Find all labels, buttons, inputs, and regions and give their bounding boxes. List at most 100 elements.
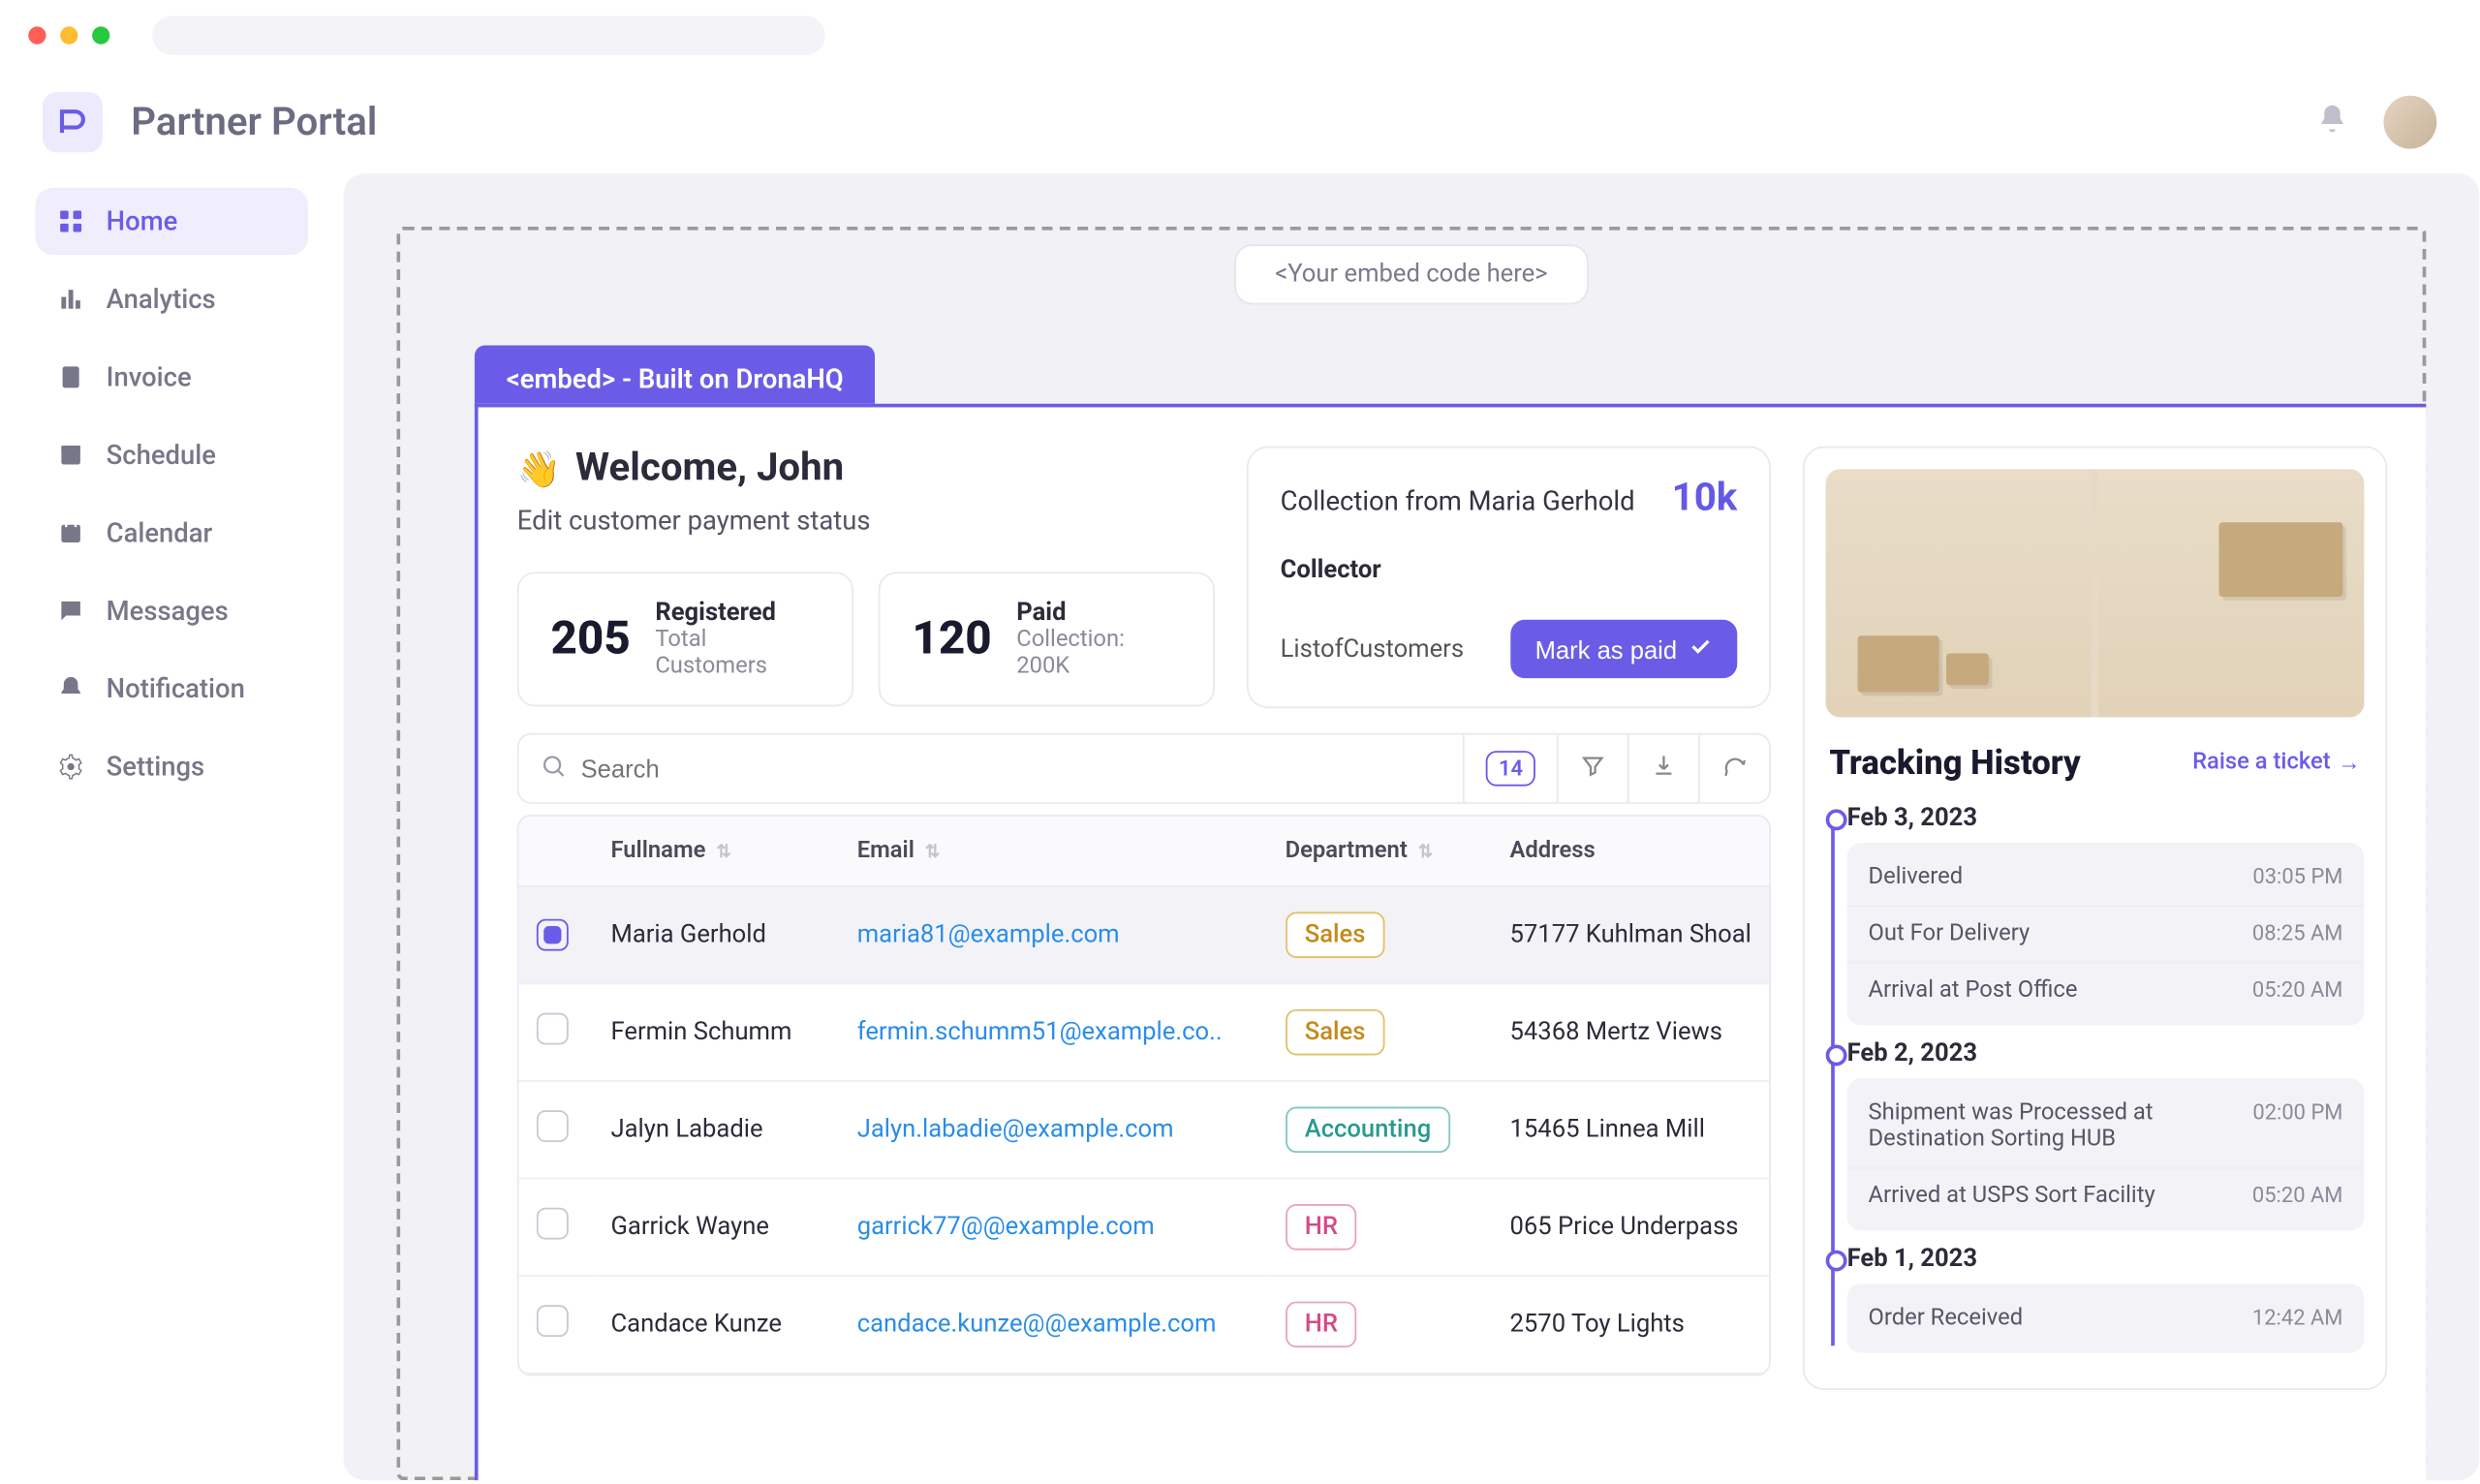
message-icon (56, 597, 84, 625)
col-department[interactable]: Department⇅ (1267, 817, 1492, 886)
grid-icon (56, 207, 84, 235)
timeline-event: Arrival at Post Office05:20 AM (1847, 962, 2365, 1018)
collection-text: Collection from Maria Gerhold (1281, 485, 1635, 517)
collection-card: Collection from Maria Gerhold 10k Collec… (1247, 447, 1771, 709)
collector-label: Collector (1281, 556, 1738, 584)
welcome-title: 👋 Welcome, John (517, 447, 1215, 491)
cell-fullname: Garrick Wayne (593, 1179, 839, 1277)
sidebar: Home Analytics Invoice Schedule Calendar Mess… (0, 173, 336, 1480)
dept-badge: Sales (1286, 912, 1385, 958)
sidebar-item-label: Invoice (107, 361, 192, 393)
cell-email[interactable]: candace.kunze@@example.com (857, 1311, 1217, 1339)
table-row[interactable]: Maria Gerhold maria81@example.com Sales … (519, 886, 1770, 984)
event-text: Arrived at USPS Sort Facility (1869, 1183, 2155, 1209)
sidebar-item-label: Messages (107, 595, 229, 627)
raise-ticket-link[interactable]: Raise a ticket → (2192, 748, 2361, 776)
cell-email[interactable]: garrick77@@example.com (857, 1213, 1155, 1241)
dept-badge: Accounting (1286, 1107, 1451, 1154)
event-time: 02:00 PM (2252, 1099, 2342, 1153)
row-checkbox[interactable] (537, 1110, 569, 1142)
raise-ticket-label: Raise a ticket (2192, 749, 2331, 775)
col-email[interactable]: Email⇅ (839, 817, 1267, 886)
row-checkbox[interactable] (537, 919, 569, 951)
timeline-block: Order Received12:42 AM (1847, 1283, 2365, 1352)
table-row[interactable]: Candace Kunze candace.kunze@@example.com… (519, 1276, 1770, 1374)
cell-email[interactable]: Jalyn.labadie@example.com (857, 1116, 1174, 1144)
sort-icon: ⇅ (716, 843, 730, 862)
schedule-icon (56, 441, 84, 469)
refresh-icon (1721, 752, 1748, 786)
timeline-date: Feb 2, 2023 (1847, 1039, 2365, 1067)
timeline-event: Shipment was Processed at Destination So… (1847, 1086, 2365, 1167)
arrow-right-icon: → (2338, 748, 2361, 776)
welcome-text: Welcome, John (575, 447, 844, 491)
event-text: Shipment was Processed at Destination So… (1869, 1099, 2205, 1153)
row-checkbox[interactable] (537, 1305, 569, 1337)
sidebar-item-invoice[interactable]: Invoice (36, 344, 309, 411)
sidebar-item-home[interactable]: Home (36, 188, 309, 255)
sidebar-item-notification[interactable]: Notification (36, 655, 309, 722)
timeline-event: Delivered03:05 PM (1847, 850, 2365, 905)
sidebar-item-label: Calendar (107, 517, 213, 549)
invoice-icon (56, 363, 84, 391)
sidebar-item-schedule[interactable]: Schedule (36, 421, 309, 488)
table-row[interactable]: Fermin Schumm fermin.schumm51@example.co… (519, 983, 1770, 1081)
collector-list: ListofCustomers (1281, 634, 1464, 663)
row-checkbox[interactable] (537, 1013, 569, 1045)
sidebar-item-analytics[interactable]: Analytics (36, 265, 309, 332)
sidebar-item-calendar[interactable]: Calendar (36, 499, 309, 566)
sidebar-item-label: Settings (107, 751, 204, 783)
row-count-button[interactable]: 14 (1463, 735, 1556, 802)
refresh-button[interactable] (1698, 735, 1769, 802)
col-fullname[interactable]: Fullname⇅ (593, 817, 839, 886)
window-max-dot[interactable] (92, 26, 109, 44)
timeline-block: Shipment was Processed at Destination So… (1847, 1078, 2365, 1230)
filter-button[interactable] (1557, 735, 1628, 802)
window-chrome (0, 0, 2479, 71)
embed-hint: <Your embed code here> (1234, 244, 1589, 304)
cell-address: 54368 Mertz Views (1492, 983, 1769, 1081)
row-checkbox[interactable] (537, 1208, 569, 1240)
event-text: Arrival at Post Office (1869, 977, 2078, 1004)
brand-title: Partner Portal (131, 100, 377, 144)
search-input[interactable] (581, 755, 1442, 783)
calendar-icon (56, 519, 84, 547)
cell-address: 065 Price Underpass (1492, 1179, 1769, 1277)
sidebar-item-label: Analytics (107, 283, 216, 315)
mark-as-paid-label: Mark as paid (1535, 634, 1678, 663)
table-row[interactable]: Jalyn Labadie Jalyn.labadie@example.com … (519, 1081, 1770, 1179)
collection-amount: 10k (1672, 477, 1738, 521)
cell-fullname: Fermin Schumm (593, 983, 839, 1081)
embed-panel: 👋 Welcome, John Edit customer payment st… (475, 404, 2426, 1480)
mark-as-paid-button[interactable]: Mark as paid (1510, 620, 1737, 678)
window-min-dot[interactable] (60, 26, 78, 44)
stat-value: 205 (551, 612, 631, 665)
sort-icon: ⇅ (925, 843, 940, 862)
timeline-block: Delivered03:05 PM Out For Delivery 08:25 A… (1847, 843, 2365, 1025)
tracking-timeline: Feb 3, 2023Delivered03:05 PMOut For Deli… (1826, 804, 2365, 1353)
table-row[interactable]: Garrick Wayne garrick77@@example.com HR … (519, 1179, 1770, 1277)
url-bar[interactable] (152, 15, 825, 54)
timeline-event: Out For Delivery 08:25 AM (1847, 905, 2365, 961)
cell-address: 57177 Kuhlman Shoal (1492, 886, 1769, 984)
timeline-event: Arrived at USPS Sort Facility05:20 AM (1847, 1167, 2365, 1223)
stat-title: Registered (655, 599, 820, 627)
sidebar-item-messages[interactable]: Messages (36, 577, 309, 644)
event-time: 08:25 AM (2252, 921, 2343, 947)
cell-email[interactable]: fermin.schumm51@example.co.. (857, 1018, 1223, 1046)
notifications-icon[interactable] (2316, 103, 2348, 141)
cell-address: 15465 Linnea Mill (1492, 1081, 1769, 1179)
user-avatar[interactable] (2383, 96, 2436, 149)
event-text: Out For Delivery (1869, 921, 2030, 947)
search-icon (541, 752, 567, 786)
window-close-dot[interactable] (28, 26, 46, 44)
event-text: Order Received (1869, 1305, 2024, 1331)
col-address[interactable]: Address (1492, 817, 1769, 886)
stat-title: Paid (1016, 599, 1181, 627)
download-button[interactable] (1628, 735, 1698, 802)
sidebar-item-label: Notification (107, 673, 245, 705)
cell-email[interactable]: maria81@example.com (857, 921, 1120, 949)
row-count-badge: 14 (1486, 751, 1535, 787)
stat-sub: Total Customers (655, 627, 820, 680)
sidebar-item-settings[interactable]: Settings (36, 733, 309, 800)
